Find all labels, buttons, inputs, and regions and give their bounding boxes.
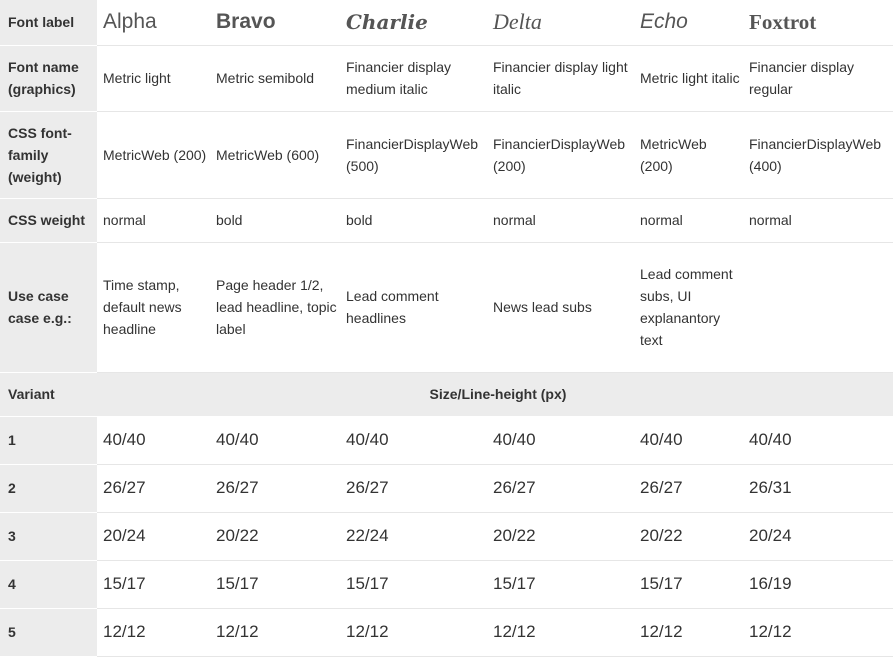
table-cell: News lead subs <box>487 242 634 373</box>
table-cell: 16/19 <box>743 560 893 609</box>
table-cell: 20/24 <box>743 512 893 561</box>
row-header-variant-3: 3 <box>0 512 97 561</box>
table-cell: 40/40 <box>634 416 743 465</box>
table-cell: 15/17 <box>340 560 487 609</box>
table-cell: normal <box>97 198 210 243</box>
table-cell: 15/17 <box>210 560 340 609</box>
table-cell: 15/17 <box>97 560 210 609</box>
table-cell: 22/24 <box>340 512 487 561</box>
size-row-3: 3 20/24 20/22 22/24 20/22 20/22 20/24 <box>0 512 893 561</box>
table-cell: 40/40 <box>487 416 634 465</box>
table-cell: 12/12 <box>487 608 634 657</box>
table-cell: 40/40 <box>97 416 210 465</box>
table-cell <box>743 242 893 373</box>
size-row-2: 2 26/27 26/27 26/27 26/27 26/27 26/31 <box>0 464 893 513</box>
table-cell: normal <box>743 198 893 243</box>
table-cell: Financier display light italic <box>487 45 634 112</box>
font-label-charlie: Charlie <box>340 0 487 46</box>
size-line-height-heading: Size/Line-height (px) <box>97 372 893 417</box>
css-weight-row: CSS weight normal bold bold normal norma… <box>0 198 893 243</box>
font-label-bravo: Bravo <box>210 0 340 46</box>
size-row-1: 1 40/40 40/40 40/40 40/40 40/40 40/40 <box>0 416 893 465</box>
size-row-5: 5 12/12 12/12 12/12 12/12 12/12 12/12 <box>0 608 893 657</box>
table-cell: 12/12 <box>743 608 893 657</box>
row-header-font-name: Font name (graphics) <box>0 45 97 112</box>
table-cell: Lead comment subs, UI explanantory text <box>634 242 743 373</box>
row-header-use-case: Use case case e.g.: <box>0 242 97 373</box>
table-cell: bold <box>340 198 487 243</box>
table-cell: 26/27 <box>634 464 743 513</box>
table-cell: 26/27 <box>97 464 210 513</box>
table-cell: 15/17 <box>487 560 634 609</box>
font-label-echo: Echo <box>634 0 743 46</box>
table-cell: Time stamp, default news headline <box>97 242 210 373</box>
row-header-variant-4: 4 <box>0 560 97 609</box>
row-header-css-font-family: CSS font-family (weight) <box>0 111 97 199</box>
table-cell: FinancierDisplayWeb (200) <box>487 111 634 199</box>
table-cell: 12/12 <box>634 608 743 657</box>
table-cell: Page header 1/2, lead headline, topic la… <box>210 242 340 373</box>
table-cell: 15/17 <box>634 560 743 609</box>
table-cell: 26/31 <box>743 464 893 513</box>
table-cell: FinancierDisplayWeb (500) <box>340 111 487 199</box>
font-label-delta: Delta <box>487 0 634 46</box>
table-cell: 12/12 <box>97 608 210 657</box>
table-cell: Financier display regular <box>743 45 893 112</box>
table-cell: Metric light italic <box>634 45 743 112</box>
table-cell: normal <box>487 198 634 243</box>
table-cell: MetricWeb (200) <box>634 111 743 199</box>
css-font-family-row: CSS font-family (weight) MetricWeb (200)… <box>0 111 893 199</box>
typography-table: Font label Alpha Bravo Charlie Delta Ech… <box>0 0 893 657</box>
size-row-4: 4 15/17 15/17 15/17 15/17 15/17 16/19 <box>0 560 893 609</box>
table-cell: 20/22 <box>634 512 743 561</box>
row-header-css-weight: CSS weight <box>0 198 97 243</box>
table-cell: 40/40 <box>743 416 893 465</box>
table-cell: Lead comment headlines <box>340 242 487 373</box>
row-header-variant-2: 2 <box>0 464 97 513</box>
table-cell: 20/22 <box>487 512 634 561</box>
row-header-variant-5: 5 <box>0 608 97 657</box>
variant-row: Variant Size/Line-height (px) <box>0 372 893 417</box>
row-header-font-label: Font label <box>0 0 97 46</box>
font-label-foxtrot: Foxtrot <box>743 0 893 46</box>
table-cell: Financier display medium italic <box>340 45 487 112</box>
table-cell: FinancierDisplayWeb (400) <box>743 111 893 199</box>
font-label-row: Font label Alpha Bravo Charlie Delta Ech… <box>0 0 893 46</box>
table-cell: 26/27 <box>210 464 340 513</box>
table-cell: 26/27 <box>340 464 487 513</box>
use-case-row: Use case case e.g.: Time stamp, default … <box>0 242 893 373</box>
table-cell: Metric light <box>97 45 210 112</box>
table-cell: Metric semibold <box>210 45 340 112</box>
table-cell: 20/24 <box>97 512 210 561</box>
font-name-row: Font name (graphics) Metric light Metric… <box>0 45 893 112</box>
table-cell: 40/40 <box>340 416 487 465</box>
table-cell: 40/40 <box>210 416 340 465</box>
row-header-variant: Variant <box>0 372 97 417</box>
table-cell: 20/22 <box>210 512 340 561</box>
font-label-alpha: Alpha <box>97 0 210 46</box>
table-cell: 12/12 <box>210 608 340 657</box>
table-cell: MetricWeb (600) <box>210 111 340 199</box>
table-cell: MetricWeb (200) <box>97 111 210 199</box>
table-cell: bold <box>210 198 340 243</box>
table-cell: 12/12 <box>340 608 487 657</box>
table-cell: 26/27 <box>487 464 634 513</box>
row-header-variant-1: 1 <box>0 416 97 465</box>
table-cell: normal <box>634 198 743 243</box>
